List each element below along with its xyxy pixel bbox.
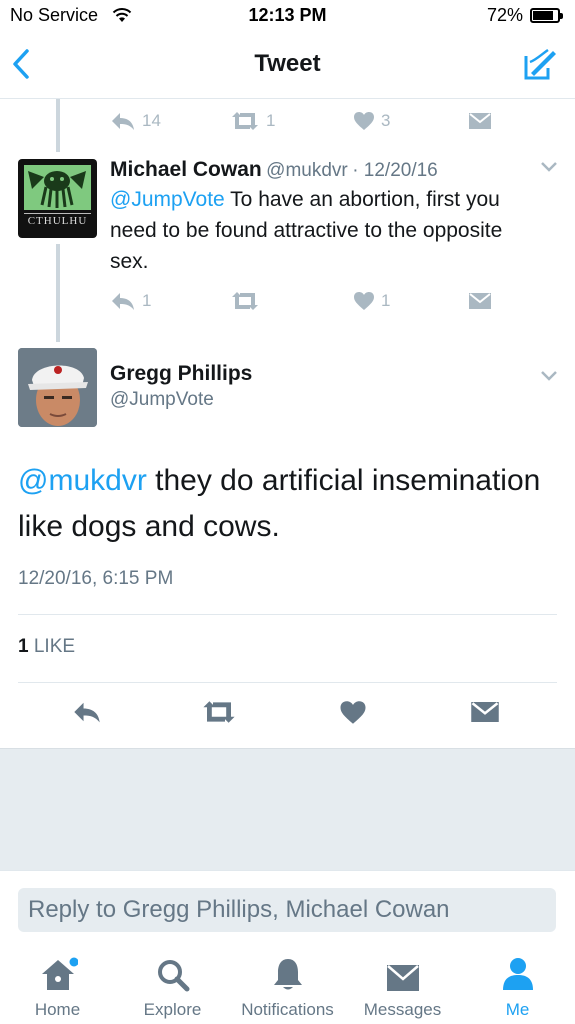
author-name[interactable]: Michael Cowan	[110, 158, 262, 181]
author-name[interactable]: Gregg Phillips	[110, 362, 252, 386]
battery-icon	[530, 8, 563, 23]
like-total: 1	[18, 636, 29, 657]
like-count: 1	[381, 291, 391, 310]
chevron-down-icon[interactable]	[540, 160, 558, 178]
like-count: 3	[381, 111, 391, 130]
like-summary-label: LIKE	[28, 636, 76, 657]
reply-count: 1	[142, 291, 152, 310]
tweet-header: Michael Cowan @mukdvr · 12/20/16	[110, 158, 438, 182]
tweet-text: @JumpVote To have an abortion, first you…	[110, 184, 540, 277]
reply-count: 14	[142, 111, 161, 130]
reply-input[interactable]: Reply to Gregg Phillips, Michael Cowan	[18, 888, 556, 932]
retweet-icon[interactable]	[201, 700, 237, 729]
chevron-down-icon[interactable]	[540, 369, 558, 387]
retweet-count: 1	[266, 111, 276, 130]
like-summary[interactable]: 1 LIKE	[18, 636, 75, 658]
battery-percent: 72%	[487, 5, 524, 25]
nav-bar: Tweet	[0, 32, 575, 99]
avatar-logo-text: CTHULHU	[27, 215, 88, 227]
thread-connector	[56, 244, 60, 342]
reply-action[interactable]: 1	[110, 291, 151, 311]
tab-label: Messages	[363, 1000, 442, 1019]
message-action[interactable]	[468, 292, 492, 310]
divider	[18, 682, 557, 683]
retweet-icon	[232, 112, 258, 130]
profile-photo	[18, 348, 97, 427]
reply-icon[interactable]	[72, 700, 102, 729]
tab-notifications[interactable]: Notifications	[230, 948, 345, 1020]
tab-label: Explore	[143, 1000, 202, 1019]
retweet-action[interactable]	[230, 291, 266, 311]
status-bar: No Service 12:13 PM 72%	[0, 0, 575, 32]
like-action[interactable]: 1	[353, 291, 390, 311]
reply-icon	[112, 113, 134, 130]
reply-action[interactable]: 14	[110, 111, 161, 131]
envelope-icon	[469, 293, 491, 309]
thread-connector	[56, 99, 60, 152]
tweet-date: · 12/20/16	[352, 160, 438, 181]
divider	[18, 614, 557, 615]
search-icon	[115, 948, 230, 992]
bell-icon	[230, 948, 345, 992]
avatar[interactable]: CTHULHU	[18, 159, 97, 238]
message-action[interactable]	[468, 112, 492, 130]
envelope-icon[interactable]	[470, 700, 500, 729]
avatar[interactable]	[18, 348, 97, 427]
author-handle[interactable]: @mukdvr	[266, 160, 348, 181]
tweet-text: @mukdvr they do artificial insemination …	[18, 458, 563, 550]
heart-icon[interactable]	[339, 700, 367, 730]
tab-home[interactable]: Home	[0, 948, 115, 1020]
mention-link[interactable]: @mukdvr	[18, 464, 147, 497]
mention-link[interactable]: @JumpVote	[110, 188, 225, 211]
tab-bar: Home Explore Notifications Messages Me	[0, 948, 575, 1024]
reply-icon	[112, 293, 134, 310]
tweet-timestamp: 12/20/16, 6:15 PM	[18, 568, 174, 589]
tab-me[interactable]: Me	[460, 948, 575, 1020]
tab-messages[interactable]: Messages	[345, 948, 460, 1020]
tab-label: Home	[34, 1000, 81, 1019]
envelope-icon	[469, 113, 491, 129]
tab-label: Me	[505, 1000, 530, 1019]
tab-label: Notifications	[241, 1000, 334, 1019]
tab-explore[interactable]: Explore	[115, 948, 230, 1020]
envelope-icon	[345, 948, 460, 992]
like-action[interactable]: 3	[353, 111, 390, 131]
heart-icon	[354, 292, 374, 310]
empty-space	[0, 748, 575, 871]
compose-icon[interactable]	[522, 46, 558, 87]
author-handle[interactable]: @JumpVote	[110, 389, 214, 411]
person-icon	[460, 948, 575, 992]
heart-icon	[354, 112, 374, 130]
retweet-icon	[232, 292, 258, 310]
home-icon	[0, 948, 115, 992]
retweet-action[interactable]: 1	[230, 111, 275, 131]
page-title: Tweet	[254, 50, 321, 77]
